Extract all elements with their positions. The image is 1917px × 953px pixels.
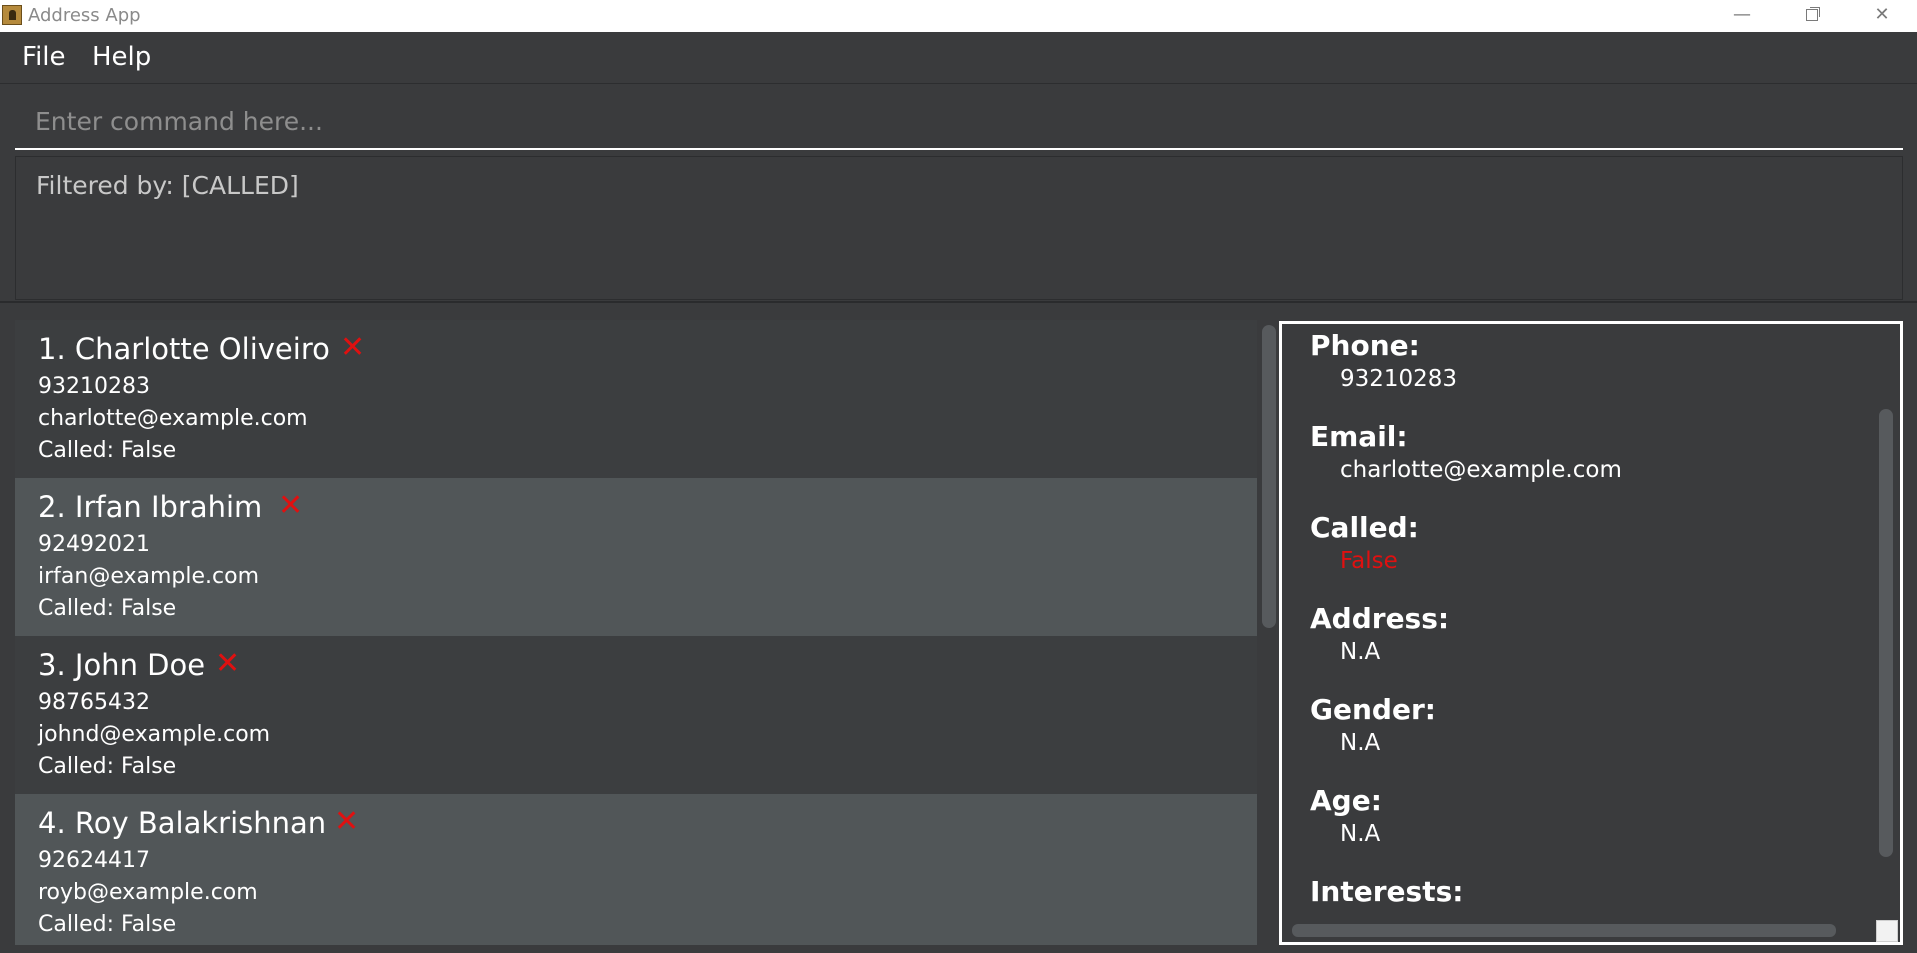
minimize-button[interactable]: — — [1712, 0, 1772, 32]
address-label: Address: — [1310, 602, 1450, 635]
detail-horizontal-scrollbar[interactable] — [1292, 924, 1836, 937]
person-called: Called: False — [38, 596, 177, 621]
person-detail-panel: Phone: 93210283 Email: charlotte@example… — [1279, 321, 1903, 945]
person-phone: 92492021 — [38, 532, 150, 557]
phone-label: Phone: — [1310, 329, 1420, 362]
result-display: Filtered by: [CALLED] — [15, 156, 1903, 300]
app-icon — [2, 5, 22, 25]
phone-value: 93210283 — [1340, 366, 1458, 392]
called-value: False — [1340, 548, 1398, 574]
minimize-icon: — — [1733, 4, 1751, 25]
person-phone: 98765432 — [38, 690, 150, 715]
person-email: johnd@example.com — [38, 722, 271, 747]
age-value: N.A — [1340, 821, 1381, 847]
not-called-icon: ✕ — [278, 488, 304, 523]
restore-button[interactable] — [1782, 0, 1842, 32]
person-card[interactable]: 2. Irfan Ibrahim ✕ 92492021 irfan@exampl… — [15, 478, 1257, 636]
close-icon: ✕ — [1874, 4, 1890, 25]
person-card[interactable]: 1. Charlotte Oliveiro ✕ 93210283 charlot… — [15, 320, 1257, 478]
result-text: Filtered by: [CALLED] — [36, 171, 299, 200]
person-list[interactable]: 1. Charlotte Oliveiro ✕ 93210283 charlot… — [15, 320, 1257, 945]
command-input[interactable] — [15, 94, 1903, 148]
menu-bar: File Help — [0, 32, 1917, 84]
called-label: Called: — [1310, 511, 1419, 544]
split-divider — [0, 301, 1917, 303]
person-phone: 92624417 — [38, 848, 150, 873]
person-name: 4. Roy Balakrishnan — [38, 806, 327, 840]
restore-icon — [1806, 9, 1818, 21]
window-title: Address App — [28, 5, 141, 26]
person-called: Called: False — [38, 912, 177, 937]
person-email: charlotte@example.com — [38, 406, 308, 431]
address-value: N.A — [1340, 639, 1381, 665]
not-called-icon: ✕ — [334, 804, 360, 839]
menu-file[interactable]: File — [22, 42, 66, 72]
person-called: Called: False — [38, 438, 177, 463]
menu-help[interactable]: Help — [92, 42, 151, 72]
person-name: 1. Charlotte Oliveiro — [38, 332, 330, 366]
command-box — [15, 94, 1903, 150]
email-value: charlotte@example.com — [1340, 457, 1622, 483]
scroll-corner — [1876, 920, 1898, 942]
person-email: royb@example.com — [38, 880, 258, 905]
person-name: 2. Irfan Ibrahim — [38, 490, 263, 524]
person-phone: 93210283 — [38, 374, 150, 399]
title-bar: Address App — ✕ — [0, 0, 1917, 32]
detail-vertical-scrollbar[interactable] — [1879, 409, 1893, 857]
person-called: Called: False — [38, 754, 177, 779]
person-email: irfan@example.com — [38, 564, 259, 589]
list-scrollbar[interactable] — [1262, 325, 1276, 628]
person-card[interactable]: 3. John Doe ✕ 98765432 johnd@example.com… — [15, 636, 1257, 794]
gender-label: Gender: — [1310, 693, 1436, 726]
age-label: Age: — [1310, 784, 1382, 817]
not-called-icon: ✕ — [215, 646, 241, 681]
interests-label: Interests: — [1310, 875, 1464, 908]
email-label: Email: — [1310, 420, 1408, 453]
person-name: 3. John Doe — [38, 648, 206, 682]
not-called-icon: ✕ — [340, 330, 366, 365]
gender-value: N.A — [1340, 730, 1381, 756]
close-window-button[interactable]: ✕ — [1852, 0, 1912, 32]
person-card[interactable]: 4. Roy Balakrishnan ✕ 92624417 royb@exam… — [15, 794, 1257, 945]
